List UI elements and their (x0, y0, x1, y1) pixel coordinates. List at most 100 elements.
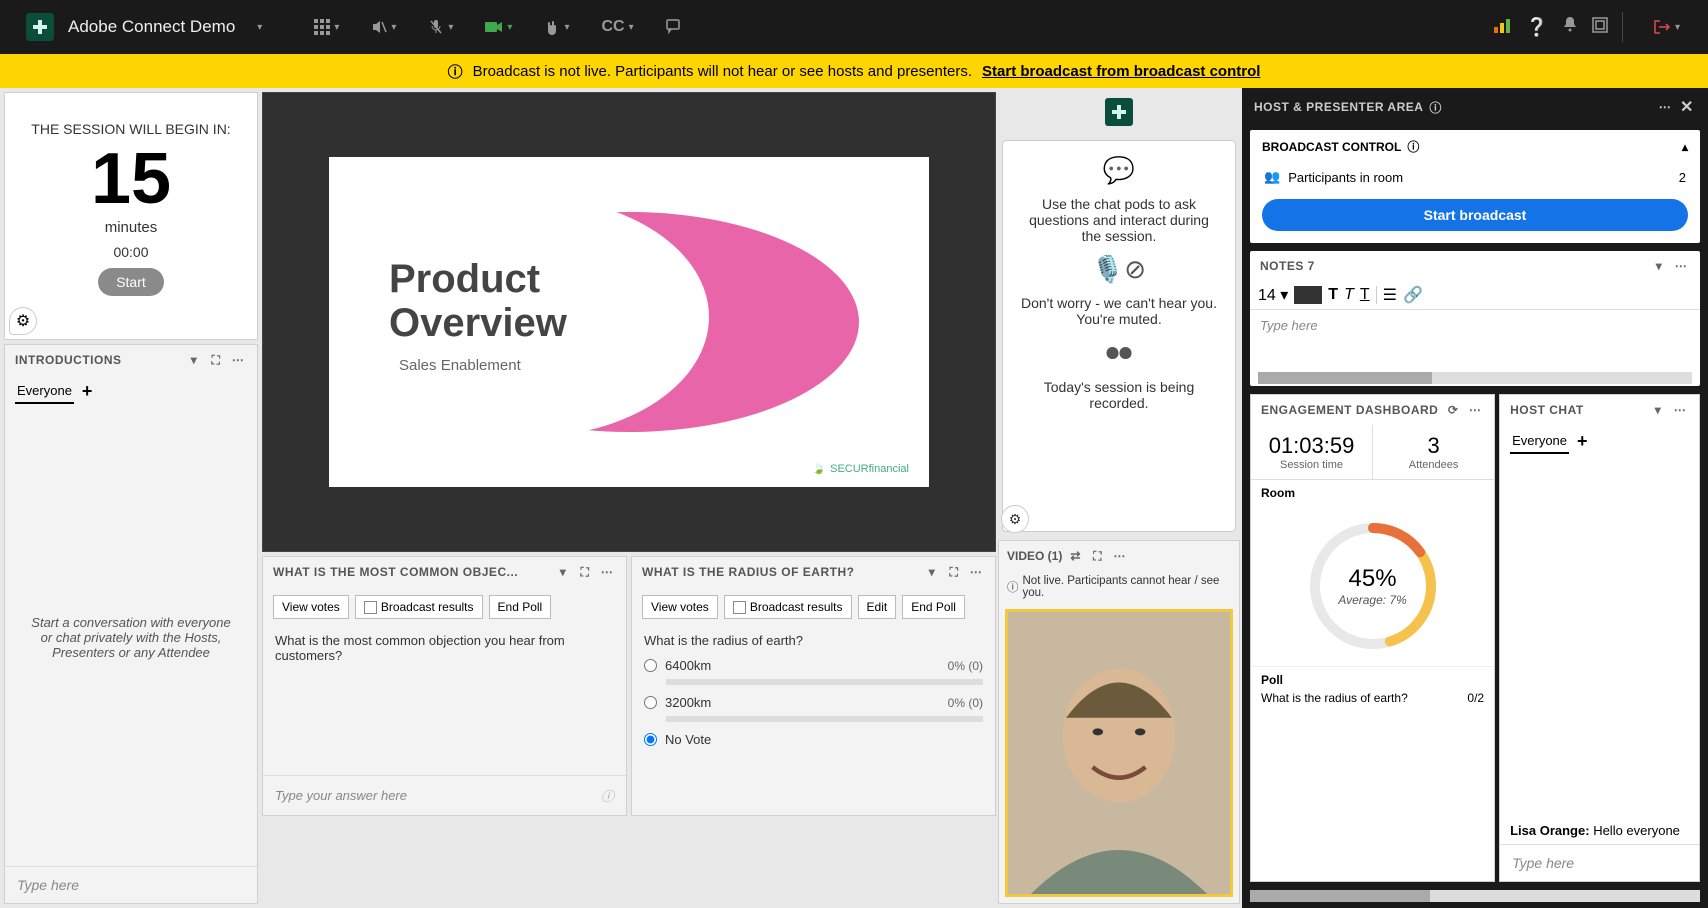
font-size-select[interactable]: 14 ▾ (1258, 285, 1288, 305)
poll-option-2[interactable]: 3200km0% (0) (632, 691, 995, 714)
video-thumbnail[interactable] (1005, 609, 1233, 897)
app-title-dropdown[interactable]: ▾ (247, 16, 272, 39)
help-icon[interactable]: ❔ (1526, 17, 1548, 38)
pod-title: INTRODUCTIONS (15, 353, 122, 367)
chevron-down-icon[interactable]: ▾ (1649, 401, 1667, 419)
more-icon[interactable]: ⋯ (229, 351, 247, 369)
engagement-average: Average: 7% (1338, 593, 1407, 607)
poll-pod-objection: WHAT IS THE MOST COMMON OBJEC... ▾ ⛶ ⋯ V… (262, 556, 627, 816)
refresh-icon[interactable]: ⟳ (1444, 401, 1462, 419)
chevron-down-icon[interactable]: ▾ (1650, 257, 1668, 275)
more-icon[interactable]: ⋯ (967, 563, 985, 581)
speaker-button[interactable]: ▾ (361, 13, 406, 41)
raise-hand-button[interactable]: ▾ (534, 13, 579, 41)
panel-title: BROADCAST CONTROL (1262, 140, 1401, 154)
poll-option-novote[interactable]: No Vote (632, 728, 995, 751)
info-icon: ⓘ (448, 61, 463, 82)
scrollbar[interactable] (1250, 890, 1700, 902)
broadcast-results-button[interactable]: Broadcast results (355, 595, 483, 619)
recording-icon: ⏺⏺ (1106, 337, 1132, 369)
maximize-icon[interactable]: ⛶ (207, 351, 225, 369)
color-swatch[interactable] (1294, 286, 1322, 304)
chat-input[interactable]: Type here (5, 866, 257, 903)
hostchat-input[interactable]: Type here (1500, 844, 1699, 881)
pod-title: WHAT IS THE MOST COMMON OBJEC... (273, 565, 518, 579)
broadcast-results-button[interactable]: Broadcast results (724, 595, 852, 619)
exit-button[interactable]: ▾ (1643, 13, 1690, 41)
bold-button[interactable]: T (1328, 286, 1338, 304)
room-label: Room (1251, 480, 1494, 506)
add-tab-icon[interactable]: + (1577, 431, 1588, 452)
bullet-list-button[interactable]: ☰ (1383, 285, 1397, 305)
lobby-msg-2: Don't worry - we can't hear you. You're … (1021, 295, 1217, 327)
notes-input[interactable]: Type here (1250, 310, 1700, 370)
timer-start-button[interactable]: Start (98, 268, 164, 296)
participants-label: Participants in room (1288, 170, 1403, 185)
video-notice-text: Not live. Participants cannot hear / see… (1023, 575, 1232, 599)
more-icon[interactable]: ⋯ (1110, 547, 1128, 565)
microphone-button[interactable]: ▾ (418, 13, 463, 41)
end-poll-button[interactable]: End Poll (489, 595, 552, 619)
poll-option-1[interactable]: 6400km0% (0) (632, 654, 995, 677)
session-time-label: Session time (1255, 459, 1368, 471)
view-votes-button[interactable]: View votes (273, 595, 349, 619)
presentation-slide: ProductOverview Sales Enablement 🍃 SECUR… (329, 157, 929, 487)
layouts-button[interactable]: ▾ (304, 13, 349, 41)
close-icon[interactable]: ✕ (1678, 98, 1696, 116)
maximize-icon[interactable]: ⛶ (1088, 547, 1106, 565)
maximize-icon[interactable]: ⛶ (945, 563, 963, 581)
lobby-info-card: 💬 Use the chat pods to ask questions and… (1002, 140, 1236, 532)
view-votes-button[interactable]: View votes (642, 595, 718, 619)
more-icon[interactable]: ⋯ (1672, 257, 1690, 275)
info-icon[interactable]: ⓘ (1407, 138, 1419, 155)
chevron-down-icon[interactable]: ▾ (554, 563, 572, 581)
chat-bubble-button[interactable] (656, 13, 694, 41)
camera-button[interactable]: ▾ (475, 14, 522, 40)
attendees-label: Attendees (1377, 459, 1490, 471)
maximize-icon[interactable]: ⛶ (576, 563, 594, 581)
info-icon: ⓘ (1007, 579, 1019, 595)
more-icon[interactable]: ⋯ (1656, 98, 1674, 116)
hostchat-tab-everyone[interactable]: Everyone (1510, 429, 1569, 454)
fullscreen-icon[interactable] (1592, 17, 1608, 38)
app-logo-icon (26, 13, 54, 41)
lobby-logo-icon (1105, 98, 1133, 126)
more-icon[interactable]: ⋯ (1671, 401, 1689, 419)
more-icon[interactable]: ⋯ (598, 563, 616, 581)
timer-clock: 00:00 (5, 244, 257, 260)
host-chat-pod: HOST CHAT ▾ ⋯ Everyone + Lisa Orange: He… (1499, 394, 1700, 882)
edit-button[interactable]: Edit (858, 595, 897, 619)
chevron-down-icon[interactable]: ▾ (185, 351, 203, 369)
link-button[interactable]: 🔗 (1403, 285, 1423, 305)
notifications-icon[interactable] (1562, 16, 1578, 39)
closed-caption-button[interactable]: CC▾ (591, 12, 643, 42)
scrollbar[interactable] (1258, 372, 1692, 384)
host-presenter-area: HOST & PRESENTER AREA ⓘ ⋯ ✕ BROADCAST CO… (1242, 88, 1708, 908)
info-icon[interactable]: ⓘ (601, 786, 614, 805)
info-icon[interactable]: ⓘ (1429, 99, 1442, 116)
chevron-down-icon[interactable]: ▾ (923, 563, 941, 581)
poll-question: What is the radius of earth? (632, 627, 995, 654)
poll-answer-input[interactable]: Type your answer hereⓘ (263, 775, 626, 815)
italic-button[interactable]: T (1344, 286, 1354, 304)
banner-link[interactable]: Start broadcast from broadcast control (982, 63, 1260, 80)
start-broadcast-button[interactable]: Start broadcast (1262, 199, 1688, 231)
participants-count: 2 (1679, 170, 1686, 185)
lobby-msg-3: Today's session is being recorded. (1021, 379, 1217, 411)
gear-icon[interactable]: ⚙ (9, 307, 37, 335)
attendees-count: 3 (1377, 433, 1490, 459)
app-title: Adobe Connect Demo (68, 17, 235, 37)
more-icon[interactable]: ⋯ (1466, 401, 1484, 419)
chat-tab-everyone[interactable]: Everyone (15, 379, 74, 404)
broadcast-control-panel: BROADCAST CONTROL ⓘ ▴ 👥 Participants in … (1250, 130, 1700, 243)
add-tab-icon[interactable]: + (82, 381, 93, 402)
session-time: 01:03:59 (1255, 433, 1368, 459)
end-poll-button[interactable]: End Poll (902, 595, 965, 619)
introductions-pod: INTRODUCTIONS ▾ ⛶ ⋯ Everyone + Start a c… (4, 344, 258, 904)
underline-button[interactable]: T (1360, 286, 1370, 304)
gear-icon[interactable]: ⚙ (1001, 505, 1029, 533)
share-pod: ProductOverview Sales Enablement 🍃 SECUR… (262, 92, 996, 552)
signal-icon[interactable] (1494, 17, 1512, 38)
swap-icon[interactable]: ⇄ (1066, 547, 1084, 565)
collapse-icon[interactable]: ▴ (1682, 140, 1688, 154)
